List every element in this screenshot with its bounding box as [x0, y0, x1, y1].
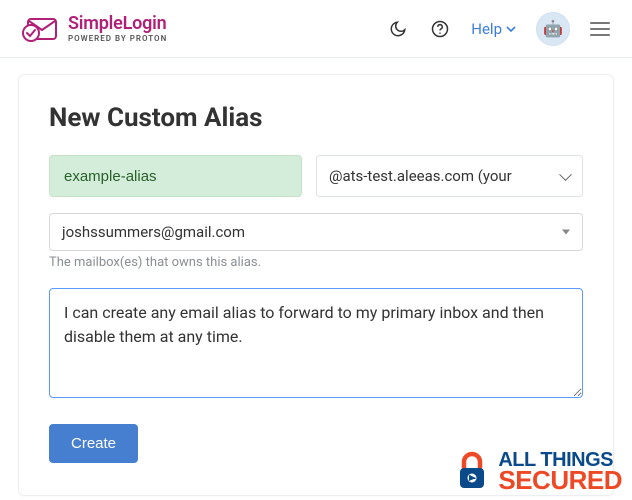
- alias-note-input[interactable]: I can create any email alias to forward …: [49, 288, 583, 398]
- mailbox-helper-text: The mailbox(es) that owns this alias.: [49, 255, 583, 270]
- new-alias-card: New Custom Alias @ats-test.aleeas.com (y…: [18, 74, 614, 496]
- help-dropdown[interactable]: Help: [471, 20, 516, 38]
- mailbox-select[interactable]: joshssummers@gmail.com: [49, 213, 583, 251]
- create-button[interactable]: Create: [49, 424, 138, 463]
- brand[interactable]: SimpleLogin POWERED BY PROTON: [22, 14, 167, 44]
- help-label: Help: [471, 20, 502, 38]
- logo-icon: [22, 14, 58, 44]
- top-bar: SimpleLogin POWERED BY PROTON Help 🤖: [0, 0, 632, 58]
- mailbox-value: joshssummers@gmail.com: [62, 223, 245, 241]
- dark-mode-icon[interactable]: [387, 18, 409, 40]
- page-title: New Custom Alias: [49, 103, 583, 133]
- caret-down-icon: [506, 20, 516, 38]
- hamburger-menu-icon[interactable]: [590, 22, 610, 36]
- alias-domain-select[interactable]: @ats-test.aleeas.com (your: [316, 155, 583, 197]
- help-icon[interactable]: [429, 18, 451, 40]
- header-actions: Help 🤖: [387, 12, 610, 46]
- avatar[interactable]: 🤖: [536, 12, 570, 46]
- alias-prefix-input[interactable]: [49, 155, 302, 197]
- brand-tagline: POWERED BY PROTON: [68, 35, 167, 43]
- brand-name: SimpleLogin: [68, 15, 167, 33]
- alias-domain-value: @ats-test.aleeas.com (your: [329, 167, 512, 185]
